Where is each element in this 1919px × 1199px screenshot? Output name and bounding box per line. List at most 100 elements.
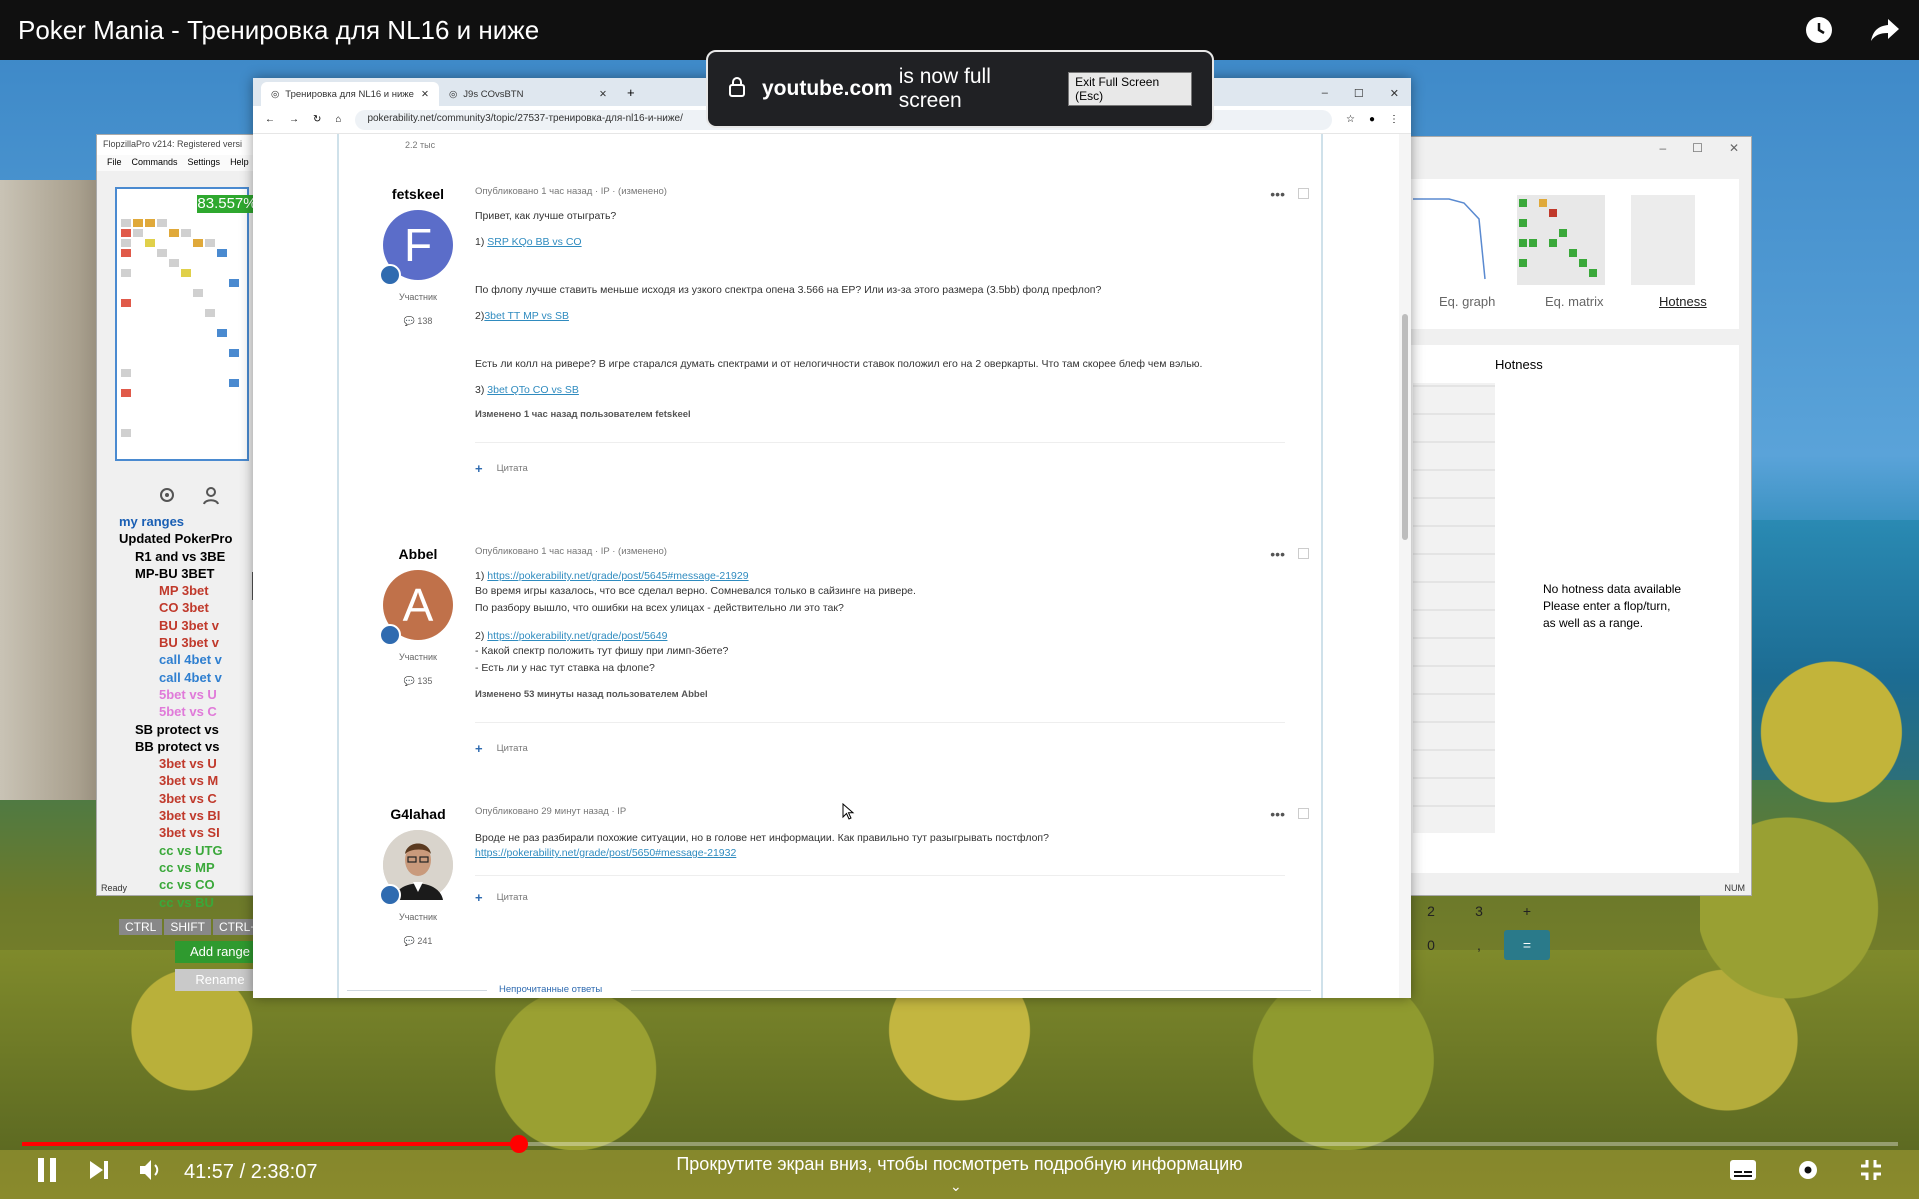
home-icon[interactable]: ⌂	[335, 114, 341, 125]
settings-gear-icon[interactable]	[1795, 1157, 1821, 1188]
range-tree-item[interactable]: CO 3bet	[113, 599, 257, 616]
video-title[interactable]: Poker Mania - Тренировка для NL16 и ниже	[18, 15, 539, 46]
post-text: По флопу лучше ставить меньше исходя из …	[475, 284, 1102, 296]
quote-button[interactable]: + Цитата	[475, 442, 1285, 476]
select-post-checkbox[interactable]	[1298, 188, 1309, 199]
menu-icon[interactable]: ⋮	[1389, 114, 1399, 125]
menu-commands[interactable]: Commands	[132, 157, 178, 169]
select-post-checkbox[interactable]	[1298, 548, 1309, 559]
unread-label[interactable]: Непрочитанные ответы	[499, 984, 602, 995]
avatar[interactable]	[379, 830, 453, 906]
range-tree-item[interactable]: cc vs MP	[113, 859, 257, 876]
quote-button[interactable]: + Цитата	[475, 875, 1285, 905]
range-tree-item[interactable]: call 4bet v	[113, 651, 257, 668]
hand-link[interactable]: https://pokerability.net/grade/post/5649	[487, 630, 667, 642]
calc-key-3[interactable]: 3	[1456, 896, 1502, 926]
range-tree-item[interactable]: Updated PokerPro	[113, 530, 257, 547]
quote-label: Цитата	[496, 892, 528, 903]
ranges-tree[interactable]: my ranges Updated PokerPro R1 and vs 3BE MP…	[113, 513, 257, 911]
menu-settings[interactable]: Settings	[188, 157, 221, 169]
range-tree-item[interactable]: MP 3bet	[113, 582, 257, 599]
exit-fullscreen-button[interactable]: Exit Full Screen (Esc)	[1068, 72, 1192, 106]
post-text-line: - Какой спектр положить тут фишу при лим…	[475, 645, 729, 657]
range-tree-item[interactable]: 3bet vs U	[113, 755, 257, 772]
profile-icon[interactable]: ●	[1369, 114, 1375, 125]
hand-link[interactable]: https://pokerability.net/grade/post/5650…	[475, 847, 736, 859]
range-tree-item[interactable]: 3bet vs C	[113, 790, 257, 807]
range-tree-item[interactable]: 3bet vs SI	[113, 824, 257, 841]
hand-link[interactable]: 3bet QTo CO vs SB	[487, 384, 579, 396]
hand-link[interactable]: SRP KQo BB vs CO	[487, 236, 581, 248]
tab-hotness[interactable]: Hotness	[1649, 289, 1827, 313]
maximize-icon[interactable]: ☐	[1692, 141, 1703, 155]
menu-file[interactable]: File	[107, 157, 122, 169]
range-tree-item[interactable]: 5bet vs C	[113, 703, 257, 720]
range-tree-item[interactable]: R1 and vs 3BE	[113, 548, 257, 565]
range-tree-item[interactable]: 3bet vs BI	[113, 807, 257, 824]
page-scrollbar[interactable]	[1399, 134, 1411, 998]
range-tree-item[interactable]: MP-BU 3BET	[113, 565, 257, 582]
exit-fullscreen-icon[interactable]	[1859, 1158, 1883, 1187]
forward-icon[interactable]: →	[289, 114, 299, 125]
range-tree-item[interactable]: BU 3bet v	[113, 634, 257, 651]
range-tree-item[interactable]: cc vs UTG	[113, 842, 257, 859]
user-icon[interactable]	[201, 485, 221, 510]
pause-icon[interactable]	[36, 1157, 58, 1188]
watch-later-icon[interactable]	[1803, 14, 1835, 46]
range-tree-item[interactable]: BB protect vs	[113, 738, 257, 755]
key-ctrl[interactable]: CTRL	[119, 919, 163, 935]
range-tree-item[interactable]: 5bet vs U	[113, 686, 257, 703]
scrollbar-thumb[interactable]	[1402, 314, 1408, 540]
new-tab-icon[interactable]: +	[617, 79, 645, 106]
close-icon[interactable]: ✕	[1729, 141, 1739, 155]
range-tree-item[interactable]: cc vs CO	[113, 876, 257, 893]
hand-link[interactable]: https://pokerability.net/grade/post/5645…	[487, 570, 748, 582]
avatar[interactable]: A	[379, 570, 453, 646]
subtitles-icon[interactable]	[1729, 1159, 1757, 1186]
key-shift[interactable]: SHIFT	[164, 919, 212, 935]
calc-key-equals[interactable]: =	[1504, 930, 1550, 960]
next-icon[interactable]	[88, 1159, 110, 1186]
close-icon[interactable]: ✕	[1390, 87, 1399, 100]
minimize-icon[interactable]: –	[1322, 87, 1328, 100]
close-tab-icon[interactable]: ✕	[599, 89, 607, 100]
more-options-icon[interactable]: •••	[1270, 806, 1285, 822]
more-options-icon[interactable]: •••	[1270, 186, 1285, 202]
star-icon[interactable]: ☆	[1346, 114, 1355, 125]
list-number: 2)	[475, 630, 488, 642]
author-name[interactable]: Abbel	[359, 546, 477, 562]
calc-key-2[interactable]: 2	[1408, 896, 1454, 926]
range-matrix[interactable]: 83.557%	[115, 187, 257, 461]
quote-button[interactable]: + Цитата	[475, 722, 1285, 756]
tab-forum[interactable]: ◎ Тренировка для NL16 и ниже ✕	[261, 82, 439, 106]
browser-window: ◎ Тренировка для NL16 и ниже ✕ ◎ J9s COv…	[253, 78, 1411, 998]
tab-hand[interactable]: ◎ J9s COvsBTN ✕	[439, 82, 617, 106]
hand-link[interactable]: 3bet TT MP vs SB	[484, 310, 569, 322]
author-name[interactable]: G4lahad	[359, 806, 477, 822]
range-tree-item[interactable]: BU 3bet v	[113, 617, 257, 634]
range-tree-item[interactable]: my ranges	[113, 513, 257, 530]
volume-icon[interactable]	[138, 1158, 164, 1187]
calc-key-comma[interactable]: ,	[1456, 930, 1502, 960]
calc-key-plus[interactable]: +	[1504, 896, 1550, 926]
calc-key-0[interactable]: 0	[1408, 930, 1454, 960]
add-range-button[interactable]: Add range	[175, 941, 265, 963]
share-icon[interactable]	[1869, 14, 1901, 46]
range-tree-item[interactable]: SB protect vs	[113, 721, 257, 738]
back-icon[interactable]: ←	[265, 114, 275, 125]
reload-icon[interactable]: ↻	[313, 114, 321, 125]
close-tab-icon[interactable]: ✕	[421, 89, 429, 100]
rename-button[interactable]: Rename	[175, 969, 265, 991]
chevron-down-icon[interactable]: ⌄	[950, 1178, 962, 1195]
range-tree-item[interactable]: 3bet vs M	[113, 772, 257, 789]
maximize-icon[interactable]: ☐	[1354, 87, 1364, 100]
author-name[interactable]: fetskeel	[359, 186, 477, 202]
minimize-icon[interactable]: –	[1659, 141, 1666, 155]
menu-help[interactable]: Help	[230, 157, 249, 169]
more-options-icon[interactable]: •••	[1270, 546, 1285, 562]
avatar[interactable]: F	[379, 210, 453, 286]
select-post-checkbox[interactable]	[1298, 808, 1309, 819]
range-tree-item[interactable]: call 4bet v	[113, 669, 257, 686]
range-tree-item[interactable]: cc vs BU	[113, 894, 257, 911]
gear-icon[interactable]	[157, 485, 177, 510]
